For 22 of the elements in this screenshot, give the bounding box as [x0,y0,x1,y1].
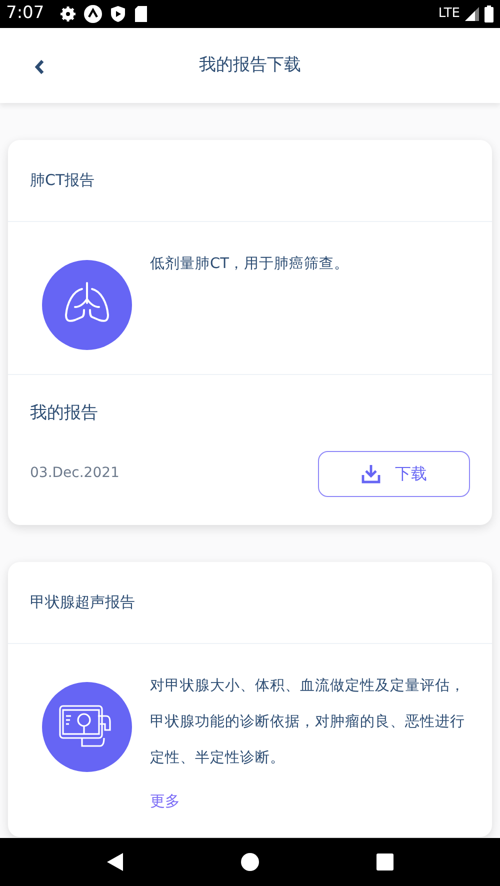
report-label: 我的报告 [30,402,99,425]
back-nav-icon[interactable] [106,852,124,872]
recents-nav-icon[interactable] [376,853,394,871]
report-title: 肺CT报告 [30,170,95,192]
chevron-left-icon [34,58,45,75]
network-type: LTE [438,5,460,24]
more-link[interactable]: 更多 [150,790,180,812]
status-time: 7:07 [6,2,44,26]
download-button[interactable]: 下载 [318,450,470,496]
report-date: 03.Dec.2021 [30,464,120,483]
download-icon [361,464,381,484]
report-description: 对甲状腺大小、体积、血流做定性及定量评估，甲状腺功能的诊断依据，对肿瘤的良、恶性进行定性、半定性诊断。 [150,676,466,768]
page-title: 我的报告下载 [199,54,301,77]
signal-icon [464,6,480,22]
report-description: 低剂量肺CT，用于肺癌筛查。 [150,254,349,274]
home-nav-icon[interactable] [240,852,260,872]
sd-card-icon [134,5,148,23]
shield-icon [110,5,126,23]
circle-logo-icon [84,5,102,23]
gear-icon [60,6,76,22]
battery-icon [484,5,494,23]
report-title: 甲状腺超声报告 [30,592,135,613]
